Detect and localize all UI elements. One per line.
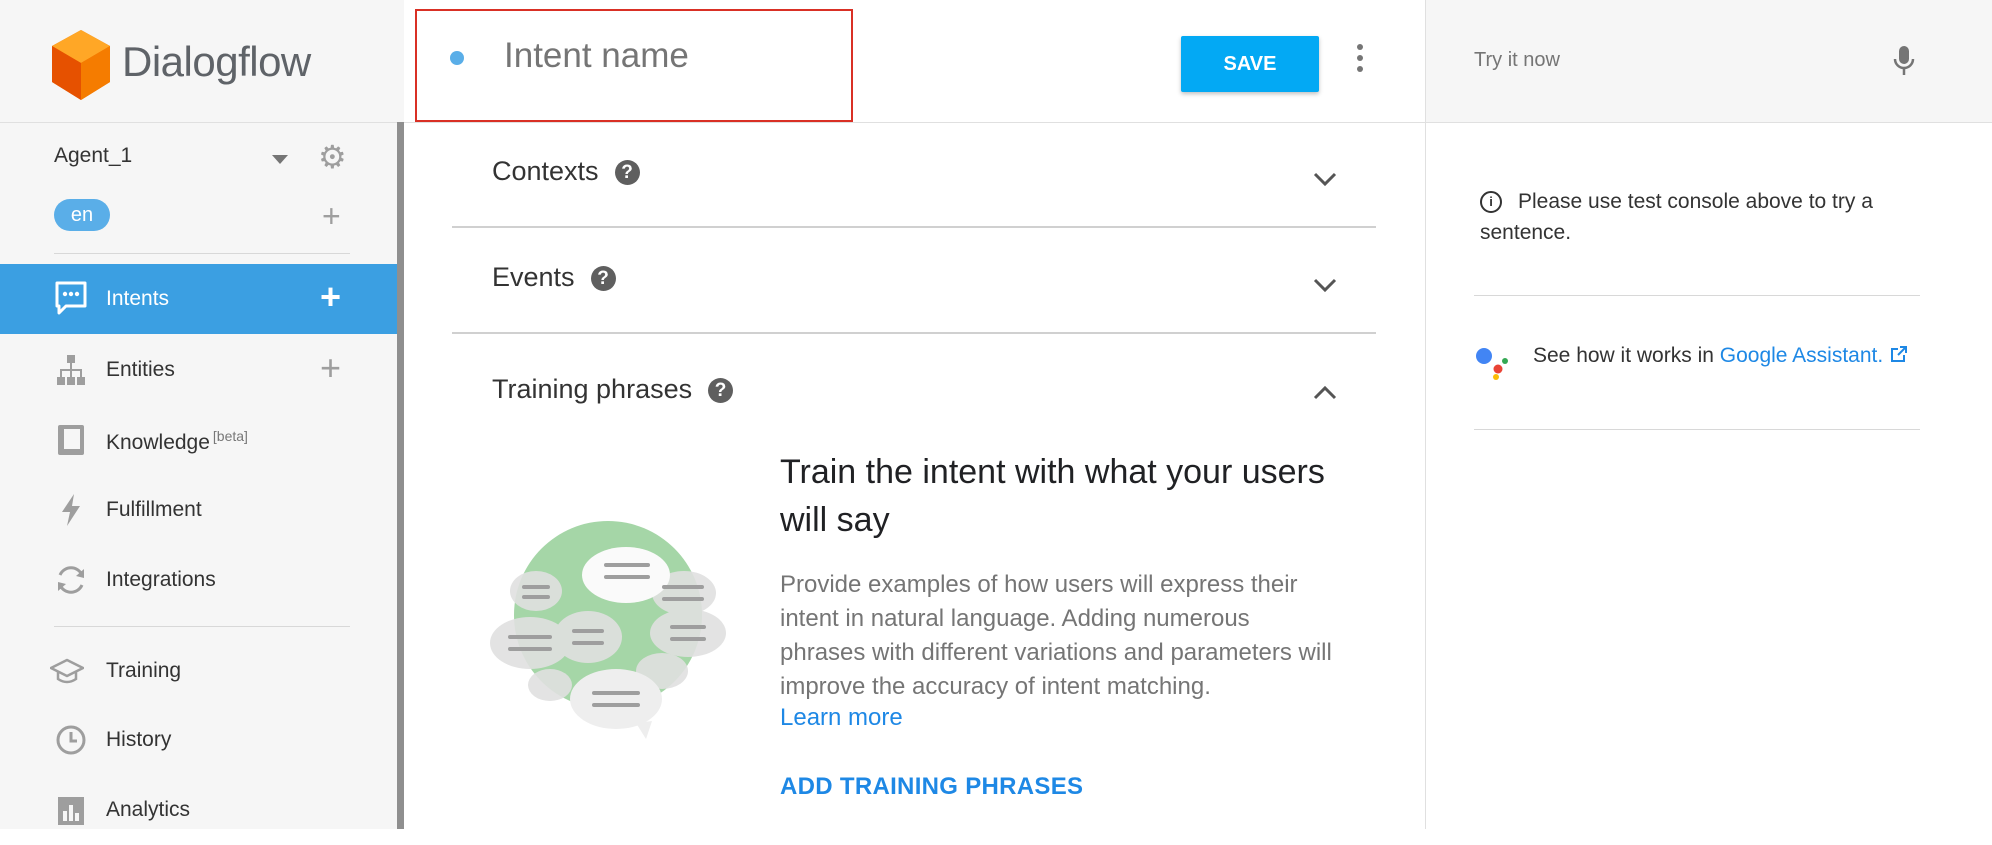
dialogflow-logo-icon [52,30,110,100]
sidebar-item-history[interactable]: History [0,705,397,775]
editor-toolbar: SAVE [404,0,1425,123]
learn-more-link[interactable]: Learn more [780,704,903,732]
test-console: iPlease use test console above to try a … [1425,0,1992,829]
sidebar-item-label: Training [106,659,182,682]
info-icon: i [1480,191,1502,213]
clock-icon [56,725,86,755]
save-button[interactable]: SAVE [1181,36,1319,92]
add-intent-icon[interactable]: + [320,279,341,315]
divider [1474,429,1920,430]
add-entity-icon[interactable]: + [320,350,341,386]
events-label: Events [492,262,575,292]
sidebar-item-label: Intents [106,287,170,310]
knowledge-label: Knowledge [106,431,210,454]
contexts-label: Contexts [492,156,599,186]
training-heading: Train the intent with what your users wi… [780,453,1325,539]
agent-selector[interactable]: Agent_1 [54,144,132,168]
help-icon[interactable]: ? [614,160,640,185]
external-link-icon [1891,346,1908,362]
hierarchy-icon [57,355,85,385]
sync-icon [58,566,84,594]
gear-icon[interactable]: ⚙ [318,141,347,173]
add-language-icon[interactable]: + [322,200,341,232]
more-options-icon[interactable] [1357,44,1365,77]
divider [1474,295,1920,296]
sidebar-item-intents[interactable]: Intents + [0,264,397,334]
chat-bubbles-illustration [490,521,726,739]
intent-name-input[interactable] [504,36,824,76]
help-icon[interactable]: ? [708,378,734,403]
intent-editor: SAVE Contexts? Events? Training phrases? [404,0,1425,829]
sidebar-item-label: History [106,728,172,751]
sidebar-item-label: Fulfillment [106,498,202,521]
console-info: i Please use test console above to try a … [1480,186,1920,248]
section-title[interactable]: Training phrases? [492,374,734,405]
book-icon [58,425,84,455]
add-training-phrases-button[interactable]: ADD TRAINING PHRASES [780,773,1083,801]
sidebar-item-entities[interactable]: Entities + [0,335,397,405]
sidebar-item-label: Integrations [106,568,216,591]
graduation-cap-icon [50,658,84,684]
chevron-down-icon[interactable] [1312,166,1338,192]
google-assistant-link[interactable]: Google Assistant. [1720,344,1909,367]
analytics-icon [58,797,84,825]
sidebar-item-knowledge[interactable]: Knowledge [beta] [0,405,397,475]
beta-badge: [beta] [212,428,248,444]
sidebar-item-label: Knowledge [beta] [106,428,248,455]
try-it-bar [1426,0,1992,123]
status-dot [450,51,464,65]
sidebar-item-analytics[interactable]: Analytics [0,775,397,845]
brand-name: Dialogflow [122,38,311,85]
google-assistant-icon [1476,348,1508,380]
sidebar-scrollbar[interactable] [397,122,404,829]
try-it-input[interactable] [1474,49,1854,72]
logo-area: Dialogflow [0,0,404,123]
training-phrases-label: Training phrases [492,374,693,404]
assistant-row: See how it works in Google Assistant. [1533,344,1909,368]
section-contexts[interactable]: Contexts? [452,122,1376,228]
sidebar-item-fulfillment[interactable]: Fulfillment [0,475,397,545]
section-events[interactable]: Events? [452,228,1376,334]
chat-icon [55,281,87,315]
sidebar-item-label: Entities [106,358,175,381]
divider [54,626,350,627]
assistant-text: See how it works in [1533,344,1720,367]
language-badge[interactable]: en [54,199,110,231]
info-text: Please use test console above to try a s… [1480,190,1873,244]
section-title: Contexts? [492,156,640,187]
google-assistant-link-label: Google Assistant. [1719,344,1884,367]
chevron-down-icon[interactable] [1312,272,1338,298]
microphone-icon[interactable] [1893,44,1915,78]
sidebar-item-label: Analytics [106,798,191,821]
help-icon[interactable]: ? [590,266,616,291]
chevron-up-icon[interactable] [1312,380,1338,406]
sidebar-item-integrations[interactable]: Integrations [0,545,397,615]
section-title: Events? [492,262,616,293]
sidebar-item-training[interactable]: Training [0,636,397,706]
lightning-icon [62,494,80,526]
training-description: Provide examples of how users will expre… [780,571,1332,700]
sidebar: Dialogflow Agent_1 ⚙ en + Intents + Enti… [0,0,404,829]
divider [54,253,350,254]
agent-dropdown-icon[interactable] [272,155,288,164]
